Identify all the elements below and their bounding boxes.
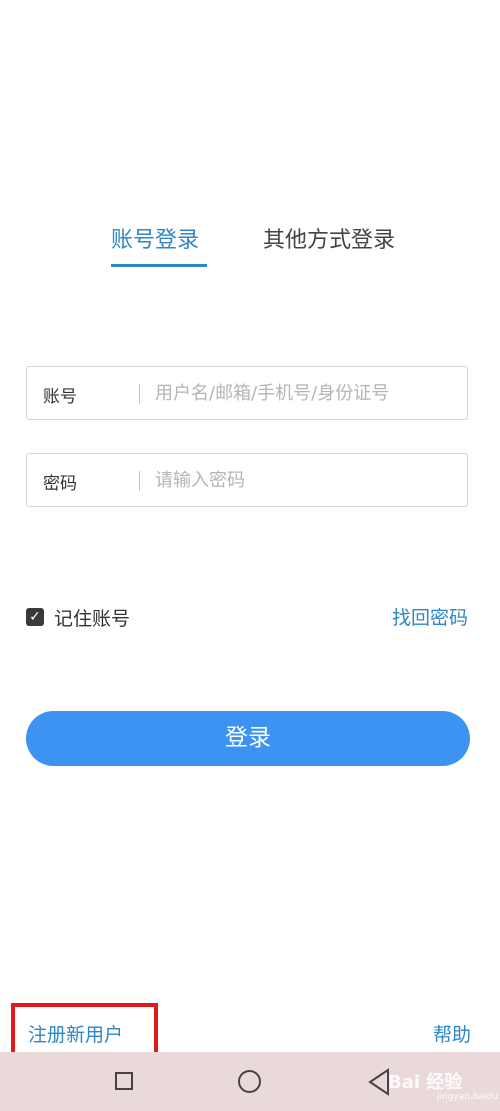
help-link[interactable]: 帮助 (433, 1020, 471, 1047)
active-tab-indicator (111, 264, 207, 267)
login-tabs: 账号登录 其他方式登录 (0, 222, 500, 272)
tab-account-login[interactable]: 账号登录 (111, 222, 199, 254)
account-field[interactable]: 账号 (26, 366, 468, 420)
forgot-password-link[interactable]: 找回密码 (392, 603, 468, 630)
square-icon[interactable] (115, 1072, 133, 1090)
watermark-text: Bai 经验 (388, 1072, 463, 1093)
field-separator (139, 384, 140, 404)
remember-checkbox[interactable]: ✓ (26, 608, 44, 626)
login-button[interactable]: 登录 (26, 711, 470, 766)
password-input[interactable] (155, 463, 455, 497)
account-input[interactable] (155, 376, 455, 410)
password-field[interactable]: 密码 (26, 453, 468, 507)
field-separator (139, 471, 140, 491)
circle-icon[interactable] (238, 1070, 261, 1093)
tab-other-login[interactable]: 其他方式登录 (263, 222, 395, 254)
password-label: 密码 (43, 474, 77, 494)
watermark-subtext: jingyan.baidu.com (437, 1092, 500, 1102)
remember-label: 记住账号 (54, 608, 131, 630)
account-label: 账号 (43, 387, 77, 407)
